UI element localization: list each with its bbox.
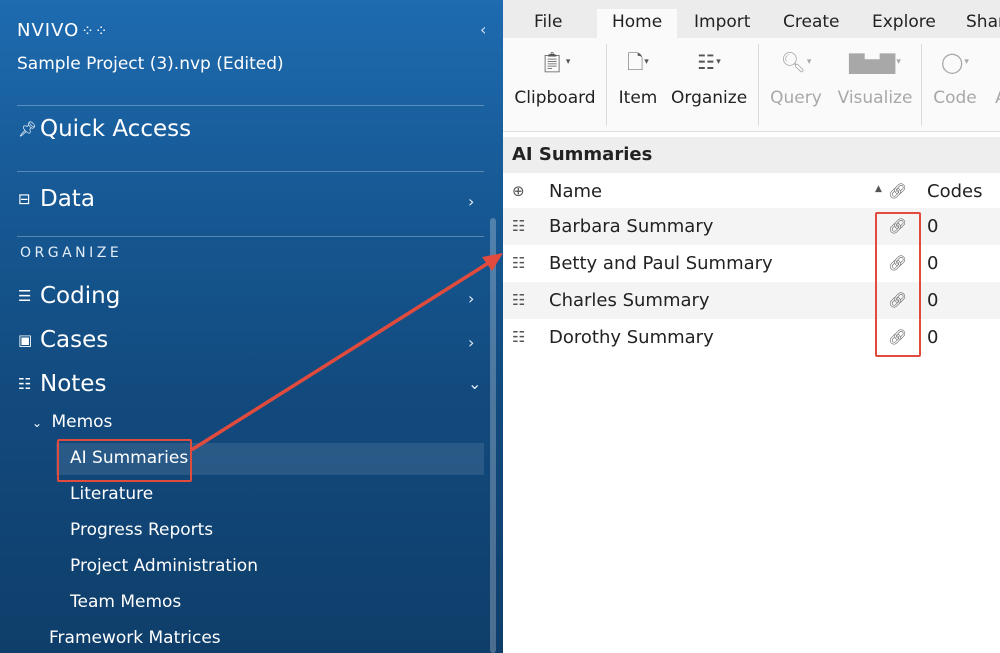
divider — [17, 105, 484, 106]
cases-icon: ▣ — [18, 331, 33, 349]
chevron-right-icon[interactable]: › — [468, 289, 474, 308]
tab-explore[interactable]: Explore — [872, 12, 936, 32]
collapse-sidebar-icon[interactable]: ‹ — [480, 20, 486, 39]
blank-icon — [991, 48, 1000, 76]
callout-box-ai-summaries — [57, 439, 192, 482]
nav-label: Coding — [40, 283, 121, 309]
nav-label: Cases — [40, 327, 109, 353]
table-row[interactable]: ☷ Betty and Paul Summary 🔗︎ 0 — [503, 245, 1000, 282]
nav-quick-access[interactable]: 📌︎ Quick Access — [18, 116, 191, 142]
table-row[interactable]: ☷ Charles Summary 🔗︎ 0 — [503, 282, 1000, 319]
tree-item-progress-reports[interactable]: Progress Reports — [70, 520, 213, 540]
brand-text: NVIVO — [17, 20, 80, 41]
organize-button[interactable]: ☷▾ Organize — [671, 48, 747, 108]
tree-memos[interactable]: ⌄ Memos — [32, 412, 112, 432]
tab-share[interactable]: Shar — [966, 12, 1000, 32]
link-column-icon[interactable]: 🔗︎ — [888, 182, 907, 200]
memo-icon: ☷ — [512, 328, 526, 346]
ribbon-separator — [606, 44, 607, 126]
item-button[interactable]: 🗋︎▾ Item — [615, 48, 661, 108]
code-icon: ◯▾ — [941, 50, 969, 74]
sidebar-scrollbar[interactable] — [490, 218, 496, 653]
query-button[interactable]: 🔍︎▾ Query — [767, 48, 825, 108]
button-label: Code — [933, 88, 977, 108]
button-label: Clipboard — [514, 88, 596, 108]
brand-mark: ⁘⁘ — [81, 22, 109, 40]
project-name: Sample Project (3).nvp (Edited) — [17, 54, 284, 74]
button-label: Organize — [671, 88, 748, 108]
coding-icon: ☰ — [18, 287, 32, 305]
tree-label: Memos — [51, 412, 113, 432]
nav-coding[interactable]: ☰ Coding — [18, 283, 120, 309]
ribbon-tab-bar: File Home Import Create Explore Shar — [503, 0, 1000, 38]
ribbon-toolbar: 📋︎▾ Clipboard 🗋︎▾ Item ☷▾ Organize 🔍︎▾ Q… — [503, 38, 1000, 132]
button-label: Item — [618, 88, 658, 108]
tab-home[interactable]: Home — [612, 12, 662, 32]
divider — [17, 171, 484, 172]
row-name: Barbara Summary — [549, 216, 714, 237]
divider — [17, 236, 484, 237]
notes-icon: ☷ — [18, 375, 32, 393]
sort-ascending-icon[interactable]: ▲ — [875, 184, 882, 194]
chevron-right-icon[interactable]: › — [468, 333, 474, 352]
row-name: Charles Summary — [549, 290, 710, 311]
tree-item-literature[interactable]: Literature — [70, 484, 153, 504]
column-header: ⊕ Name ▲ 🔗︎ Codes — [503, 176, 1000, 208]
button-label: Visualize — [837, 88, 913, 108]
visualize-button[interactable]: ▇▅▇▾ Visualize — [837, 48, 913, 108]
nav-notes[interactable]: ☷ Notes — [18, 371, 106, 397]
list-title: AI Summaries — [512, 144, 653, 165]
pin-icon: 📌︎ — [18, 120, 38, 138]
query-icon: 🔍︎▾ — [780, 50, 812, 74]
nav-label: Notes — [40, 371, 107, 397]
nav-label: Data — [40, 186, 95, 212]
tab-import[interactable]: Import — [694, 12, 750, 32]
column-name[interactable]: Name — [549, 181, 602, 202]
table-row[interactable]: ☷ Barbara Summary 🔗︎ 0 — [503, 208, 1000, 245]
add-column-icon[interactable]: ⊕ — [512, 182, 525, 200]
row-codes: 0 — [927, 327, 939, 348]
button-label: A — [991, 88, 1000, 108]
nvivo-logo: NVIVO ⁘⁘ — [17, 20, 108, 41]
row-name: Dorothy Summary — [549, 327, 714, 348]
main-pane: File Home Import Create Explore Shar 📋︎▾… — [503, 0, 1000, 653]
truncated-button[interactable]: A — [991, 48, 1000, 108]
row-name: Betty and Paul Summary — [549, 253, 773, 274]
list-title-bar: AI Summaries — [503, 137, 1000, 173]
row-codes: 0 — [927, 253, 939, 274]
organize-icon: ☷▾ — [697, 50, 721, 74]
callout-box-link-column — [875, 212, 921, 357]
column-codes[interactable]: Codes — [927, 181, 982, 202]
visualize-icon: ▇▅▇▾ — [849, 50, 901, 74]
memo-icon: ☷ — [512, 217, 526, 235]
chevron-down-icon: ⌄ — [32, 416, 43, 430]
clipboard-icon: 📋︎▾ — [539, 50, 571, 74]
tree-item-team-memos[interactable]: Team Memos — [70, 592, 181, 612]
table-row[interactable]: ☷ Dorothy Summary 🔗︎ 0 — [503, 319, 1000, 356]
tab-file[interactable]: File — [534, 12, 562, 32]
memo-icon: ☷ — [512, 254, 526, 272]
section-label-organize: ORGANIZE — [20, 245, 123, 261]
item-icon: 🗋︎▾ — [627, 50, 649, 74]
chevron-down-icon[interactable]: ⌄ — [468, 374, 481, 393]
row-codes: 0 — [927, 290, 939, 311]
memo-icon: ☷ — [512, 291, 526, 309]
ribbon-separator — [758, 44, 759, 126]
navigation-sidebar: NVIVO ⁘⁘ ‹ Sample Project (3).nvp (Edited… — [0, 0, 503, 653]
nav-data[interactable]: ⊟ Data — [18, 186, 95, 212]
tree-item-project-administration[interactable]: Project Administration — [70, 556, 258, 576]
button-label: Query — [770, 88, 822, 108]
chevron-right-icon[interactable]: › — [468, 192, 474, 211]
ribbon-separator — [921, 44, 922, 126]
code-button[interactable]: ◯▾ Code — [930, 48, 980, 108]
data-icon: ⊟ — [18, 190, 31, 208]
nav-cases[interactable]: ▣ Cases — [18, 327, 108, 353]
tree-framework-matrices[interactable]: Framework Matrices — [49, 628, 221, 648]
clipboard-button[interactable]: 📋︎▾ Clipboard — [514, 48, 596, 108]
row-codes: 0 — [927, 216, 939, 237]
nav-label: Quick Access — [40, 116, 192, 142]
tab-create[interactable]: Create — [783, 12, 840, 32]
